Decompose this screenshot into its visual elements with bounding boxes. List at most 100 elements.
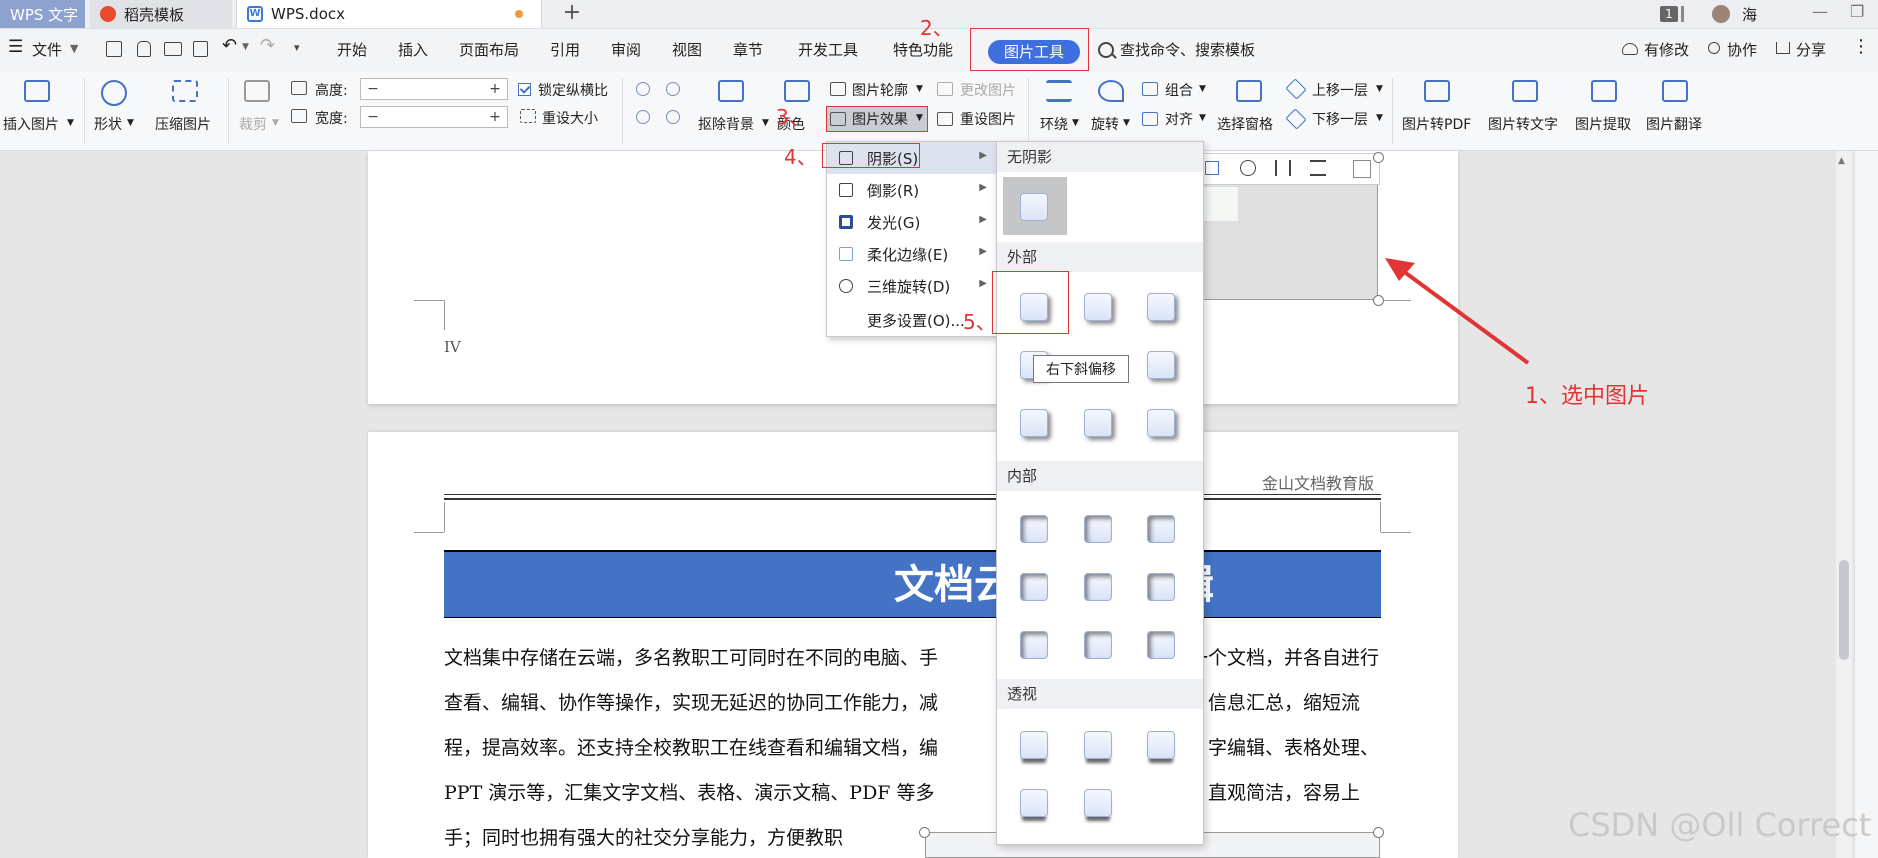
decrease-icon[interactable]: − bbox=[363, 79, 383, 99]
bring-forward-button[interactable]: 上移一层 bbox=[1312, 80, 1368, 100]
body-line[interactable]: 程，提高效率。还支持全校教职工在线查看和编辑文档，编 bbox=[444, 733, 938, 760]
height-stepper[interactable]: − + bbox=[360, 78, 508, 100]
reset-picture-button[interactable]: 重设图片 bbox=[960, 109, 1016, 129]
minimize-icon[interactable]: — bbox=[1812, 2, 1828, 21]
remove-background-button[interactable]: 抠除背景 bbox=[698, 114, 754, 134]
resize-handle[interactable] bbox=[1373, 152, 1384, 163]
increase-icon[interactable]: + bbox=[485, 107, 505, 127]
body-line[interactable]: 查看、编辑、协作等操作，实现无延迟的协同工作能力，减 bbox=[444, 688, 938, 715]
menu-review[interactable]: 审阅 bbox=[611, 39, 641, 60]
decrease-icon[interactable]: − bbox=[363, 107, 383, 127]
picture-extract-button[interactable]: 图片提取 bbox=[1575, 114, 1631, 134]
menu-reference[interactable]: 引用 bbox=[550, 39, 580, 60]
menu-start[interactable]: 开始 bbox=[337, 39, 367, 60]
body-line[interactable]: 文档集中存储在云端，多名教职工可同时在不同的电脑、手 bbox=[444, 643, 938, 670]
menu-special-features[interactable]: 特色功能 bbox=[893, 39, 953, 60]
reset-size-button[interactable]: 重设大小 bbox=[542, 108, 598, 128]
menu-page-layout[interactable]: 页面布局 bbox=[459, 39, 519, 60]
swatch-perspective-4[interactable] bbox=[1020, 789, 1048, 817]
save-icon[interactable] bbox=[106, 41, 122, 57]
swatch-inner-8[interactable] bbox=[1084, 631, 1112, 659]
search-icon[interactable] bbox=[1098, 42, 1114, 58]
chevron-down-icon[interactable]: ▼ bbox=[1199, 84, 1206, 94]
swatch-perspective-2[interactable] bbox=[1084, 731, 1112, 759]
adjust-icon[interactable] bbox=[1275, 160, 1291, 176]
picture-to-pdf-button[interactable]: 图片转PDF bbox=[1402, 114, 1471, 134]
change-picture-button[interactable]: 更改图片 bbox=[960, 80, 1016, 100]
scrollbar-thumb[interactable] bbox=[1839, 560, 1849, 660]
tab-wps-writer[interactable]: WPS 文字 bbox=[0, 0, 85, 28]
quick-access-more-icon[interactable]: ▾ bbox=[294, 41, 300, 54]
swatch-inner-2[interactable] bbox=[1084, 515, 1112, 543]
brightness-down-icon[interactable] bbox=[666, 110, 680, 124]
swatch-inner-1[interactable] bbox=[1020, 515, 1048, 543]
swatch-outer-3[interactable] bbox=[1147, 293, 1175, 321]
menu-insert[interactable]: 插入 bbox=[398, 39, 428, 60]
insert-picture-button[interactable]: 插入图片 bbox=[3, 114, 59, 134]
width-stepper[interactable]: − + bbox=[360, 106, 508, 128]
chevron-down-icon[interactable]: ▼ bbox=[1376, 113, 1383, 123]
chevron-down-icon[interactable]: ▼ bbox=[1199, 113, 1206, 123]
resize-handle[interactable] bbox=[1373, 295, 1384, 306]
contrast-down-icon[interactable] bbox=[666, 82, 680, 96]
swatch-inner-3[interactable] bbox=[1147, 515, 1175, 543]
shape-button[interactable]: 形状 bbox=[94, 114, 122, 134]
layout-icon[interactable] bbox=[1205, 161, 1219, 175]
new-tab-button[interactable]: + bbox=[562, 0, 582, 28]
menu-item-3d-rotation[interactable]: 三维旋转(D) ▶ bbox=[827, 270, 997, 302]
swatch-outer-7[interactable] bbox=[1020, 409, 1048, 437]
swatch-outer-6[interactable] bbox=[1147, 351, 1175, 379]
picture-to-text-button[interactable]: 图片转文字 bbox=[1488, 114, 1558, 134]
tab-template[interactable]: 稻壳模板 bbox=[90, 0, 232, 28]
wrap-text-button[interactable]: 环绕 bbox=[1040, 114, 1068, 134]
rotate-button[interactable]: 旋转 bbox=[1091, 114, 1119, 134]
swatch-inner-7[interactable] bbox=[1020, 631, 1048, 659]
menu-picture-tools[interactable]: 图片工具 bbox=[988, 40, 1080, 64]
chevron-down-icon[interactable]: ▼ bbox=[70, 42, 78, 55]
modified-status[interactable]: 有修改 bbox=[1644, 39, 1689, 60]
lock-ratio-label[interactable]: 锁定纵横比 bbox=[538, 80, 608, 100]
menu-item-soft-edges[interactable]: 柔化边缘(E) ▶ bbox=[827, 238, 997, 270]
avatar[interactable] bbox=[1712, 5, 1730, 23]
contrast-up-icon[interactable] bbox=[636, 82, 650, 96]
align-button[interactable]: 对齐 bbox=[1165, 109, 1193, 129]
swatch-perspective-1[interactable] bbox=[1020, 731, 1048, 759]
increase-icon[interactable]: + bbox=[485, 79, 505, 99]
chevron-down-icon[interactable]: ▼ bbox=[272, 118, 279, 128]
body-line[interactable]: 手；同时也拥有强大的社交分享能力，方便教职 bbox=[444, 823, 843, 850]
lock-ratio-checkbox[interactable] bbox=[518, 83, 531, 96]
more-options-icon[interactable]: ⋮ bbox=[1852, 36, 1870, 57]
menu-developer[interactable]: 开发工具 bbox=[798, 39, 858, 60]
swatch-inner-9[interactable] bbox=[1147, 631, 1175, 659]
body-line-end[interactable]: 直观简洁，容易上 bbox=[1208, 778, 1360, 805]
print-preview-icon[interactable] bbox=[193, 41, 208, 57]
body-line[interactable]: PPT 演示等，汇集文字文档、表格、演示文稿、PDF 等多 bbox=[444, 778, 935, 805]
picture-translate-button[interactable]: 图片翻译 bbox=[1646, 114, 1702, 134]
resize-handle[interactable] bbox=[919, 827, 930, 838]
swatch-perspective-5[interactable] bbox=[1084, 789, 1112, 817]
chevron-down-icon[interactable]: ▼ bbox=[1376, 84, 1383, 94]
command-search[interactable]: 查找命令、搜索模板 bbox=[1120, 39, 1255, 60]
chevron-down-icon[interactable]: ▼ bbox=[127, 118, 134, 128]
undo-dropdown-icon[interactable]: ▼ bbox=[242, 42, 249, 52]
body-line-end[interactable]: 字编辑、表格处理、 bbox=[1208, 733, 1379, 760]
menu-view[interactable]: 视图 bbox=[672, 39, 702, 60]
chevron-down-icon[interactable]: ▼ bbox=[1072, 118, 1079, 128]
wrap-icon[interactable] bbox=[1310, 160, 1326, 176]
swatch-no-shadow[interactable] bbox=[1020, 193, 1048, 221]
resize-handle[interactable] bbox=[1373, 827, 1384, 838]
swatch-perspective-3[interactable] bbox=[1147, 731, 1175, 759]
body-line-end[interactable]: 信息汇总，缩短流 bbox=[1208, 688, 1360, 715]
swatch-inner-5[interactable] bbox=[1084, 573, 1112, 601]
undo-icon[interactable]: ↶ bbox=[222, 35, 237, 56]
chevron-down-icon[interactable]: ▼ bbox=[67, 118, 74, 128]
swatch-outer-8[interactable] bbox=[1084, 409, 1112, 437]
compress-picture-button[interactable]: 压缩图片 bbox=[155, 114, 211, 134]
picture-outline-button[interactable]: 图片轮廓 bbox=[852, 80, 908, 100]
print-icon[interactable] bbox=[164, 42, 182, 56]
vertical-scrollbar[interactable] bbox=[1836, 151, 1852, 858]
tab-document[interactable]: W WPS.docx bbox=[236, 0, 542, 28]
restore-icon[interactable]: ❐ bbox=[1850, 2, 1864, 21]
brightness-up-icon[interactable] bbox=[636, 110, 650, 124]
swatch-inner-6[interactable] bbox=[1147, 573, 1175, 601]
